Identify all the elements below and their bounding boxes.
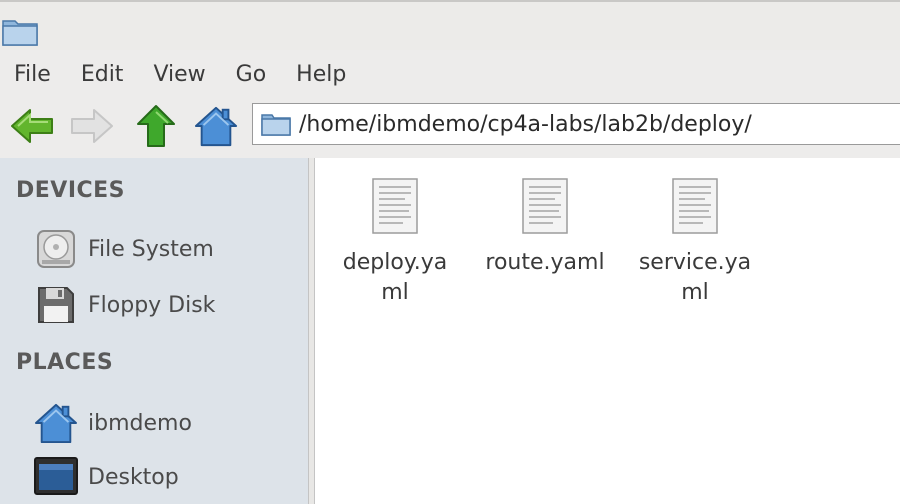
file-item-deploy[interactable]: deploy.yaml bbox=[333, 178, 457, 308]
up-button[interactable] bbox=[134, 104, 178, 148]
sidebar-item-floppy-disk[interactable]: Floppy Disk bbox=[34, 282, 215, 328]
devices-heading: DEVICES bbox=[16, 178, 126, 203]
file-item-route[interactable]: route.yaml bbox=[483, 178, 607, 278]
sidebar: DEVICES File System Floppy Disk PLACES i… bbox=[0, 158, 308, 504]
up-arrow-icon bbox=[137, 105, 175, 147]
menu-view[interactable]: View bbox=[153, 62, 205, 87]
forward-button[interactable] bbox=[70, 104, 114, 148]
folder-icon bbox=[261, 112, 291, 136]
file-view: deploy.yaml route.yaml service.yaml bbox=[315, 158, 900, 504]
file-name: deploy.yaml bbox=[342, 250, 448, 305]
text-file-icon bbox=[371, 178, 419, 236]
sidebar-item-label: File System bbox=[88, 236, 214, 262]
sidebar-item-file-system[interactable]: File System bbox=[34, 226, 214, 272]
window-titlebar bbox=[0, 0, 900, 50]
forward-arrow-icon bbox=[71, 109, 113, 143]
menu-go[interactable]: Go bbox=[236, 62, 267, 87]
sidebar-item-label: Floppy Disk bbox=[88, 292, 216, 318]
menu-help[interactable]: Help bbox=[296, 62, 346, 87]
back-button[interactable] bbox=[10, 104, 54, 148]
file-item-service[interactable]: service.yaml bbox=[633, 178, 757, 308]
file-name: service.yaml bbox=[638, 250, 752, 305]
text-file-icon bbox=[671, 178, 719, 236]
text-file-icon bbox=[521, 178, 569, 236]
places-heading: PLACES bbox=[16, 350, 114, 375]
sidebar-item-desktop[interactable]: Desktop bbox=[34, 454, 179, 500]
home-button[interactable] bbox=[194, 104, 238, 148]
sidebar-item-label: ibmdemo bbox=[88, 410, 192, 436]
home-icon bbox=[194, 106, 238, 147]
sidebar-item-ibmdemo[interactable]: ibmdemo bbox=[34, 400, 192, 446]
location-bar[interactable]: /home/ibmdemo/cp4a-labs/lab2b/deploy/ bbox=[252, 103, 900, 145]
back-arrow-icon bbox=[11, 109, 53, 143]
menu-bar: File Edit View Go Help bbox=[0, 54, 362, 94]
location-path: /home/ibmdemo/cp4a-labs/lab2b/deploy/ bbox=[299, 111, 752, 137]
floppy-icon bbox=[34, 283, 78, 327]
sidebar-item-label: Desktop bbox=[88, 464, 179, 490]
harddisk-icon bbox=[34, 227, 78, 271]
menu-edit[interactable]: Edit bbox=[81, 62, 124, 87]
folder-icon bbox=[2, 16, 38, 50]
home-icon bbox=[34, 401, 78, 445]
pane-separator[interactable] bbox=[308, 158, 315, 504]
file-name: route.yaml bbox=[485, 250, 605, 275]
desktop-icon bbox=[34, 455, 78, 499]
menu-file[interactable]: File bbox=[14, 62, 51, 87]
